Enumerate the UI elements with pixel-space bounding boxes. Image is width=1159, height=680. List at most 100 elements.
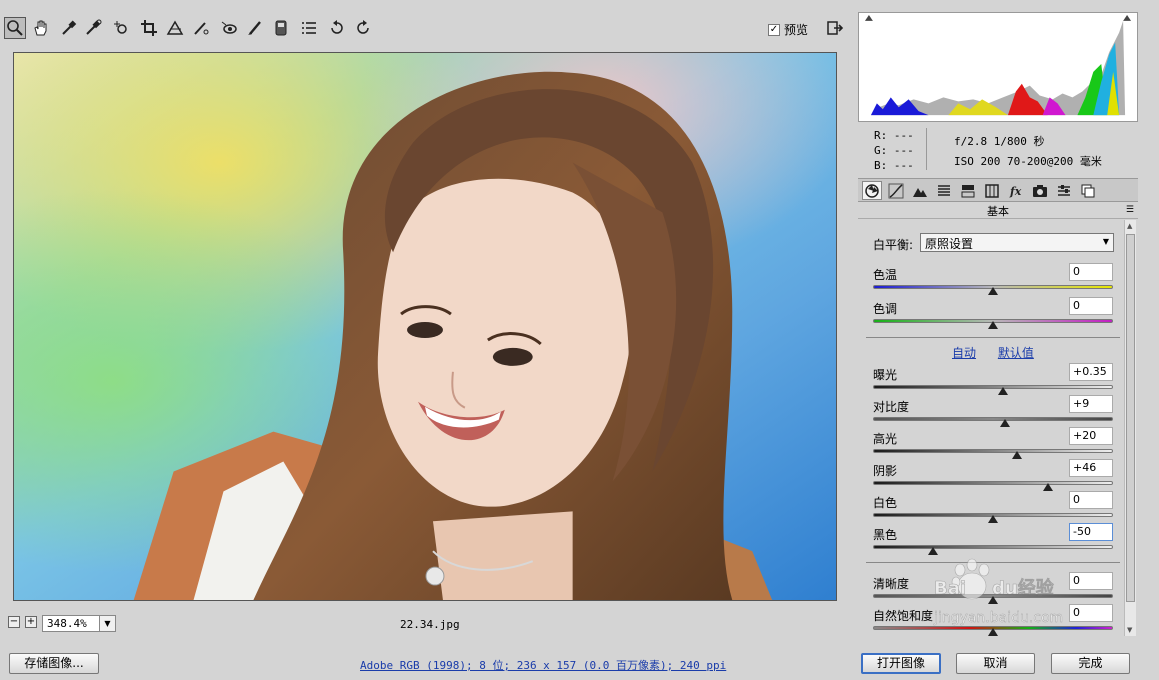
slider-value-field[interactable]: +46 <box>1069 459 1113 477</box>
scroll-down-icon[interactable]: ▼ <box>1127 626 1132 634</box>
split-toning-icon <box>961 184 975 197</box>
tab-snapshots[interactable] <box>1078 181 1098 200</box>
slider-thumb[interactable] <box>988 287 998 295</box>
tab-presets[interactable] <box>1054 181 1074 200</box>
info-divider <box>926 128 927 170</box>
slider-value-field[interactable]: -50 <box>1069 523 1113 541</box>
section-divider <box>866 562 1120 563</box>
white-balance-select[interactable]: 原照设置 ▼ <box>920 233 1114 252</box>
straighten-tool-icon[interactable] <box>164 17 186 39</box>
slider-thumb[interactable] <box>988 321 998 329</box>
slider-label: 黑色 <box>873 528 898 542</box>
slider-value-field[interactable]: 0 <box>1069 572 1113 590</box>
crop-tool-icon[interactable] <box>138 17 160 39</box>
slider-thumb[interactable] <box>988 515 998 523</box>
slider-track[interactable] <box>873 449 1113 453</box>
slider-track[interactable] <box>873 545 1113 549</box>
slider-label: 高光 <box>873 432 898 446</box>
fx-icon: fx <box>1009 185 1022 198</box>
file-name: 22.34.jpg <box>400 618 460 631</box>
color-sampler-tool-icon[interactable] <box>82 17 104 39</box>
slider-label: 色温 <box>873 268 898 282</box>
panel-title: 基本 ☰ <box>858 203 1138 219</box>
panel-scrollbar[interactable]: ▲ ▼ <box>1124 220 1136 636</box>
photo-portrait <box>14 53 836 600</box>
panel-menu-icon[interactable]: ☰ <box>1126 205 1134 215</box>
slider-track[interactable] <box>873 417 1113 421</box>
slider-thumb[interactable] <box>1000 419 1010 427</box>
red-eye-removal-tool-icon[interactable] <box>218 17 240 39</box>
preferences-icon[interactable] <box>298 17 320 39</box>
tab-hsl[interactable] <box>934 181 954 200</box>
camera-icon <box>1033 184 1047 197</box>
open-image-button[interactable]: 打开图像 <box>861 653 941 674</box>
zoom-level-field[interactable]: 348.4% <box>42 615 100 632</box>
white-balance-tool-icon[interactable] <box>58 17 80 39</box>
hand-tool-icon[interactable] <box>30 17 52 39</box>
slider-value-field[interactable]: +9 <box>1069 395 1113 413</box>
scroll-up-icon[interactable]: ▲ <box>1127 222 1132 230</box>
zoom-dropdown-button[interactable]: ▼ <box>99 615 116 632</box>
red-readout: R: --- <box>874 129 914 142</box>
graduated-filter-icon[interactable] <box>270 17 292 39</box>
slider-blacks: 黑色 -50 <box>873 523 1113 558</box>
slider-value-field[interactable]: 0 <box>1069 491 1113 509</box>
chevron-down-icon: ▼ <box>1102 237 1109 246</box>
hsl-icon <box>938 184 950 196</box>
default-link[interactable]: 默认值 <box>998 346 1034 360</box>
tab-basic[interactable] <box>862 181 882 200</box>
slider-thumb[interactable] <box>988 628 998 636</box>
workflow-options-link[interactable]: Adobe RGB (1998); 8 位; 236 x 157 (0.0 百万… <box>360 657 726 673</box>
slider-track[interactable] <box>873 385 1113 389</box>
tab-split-toning[interactable] <box>958 181 978 200</box>
adjustment-brush-icon[interactable] <box>244 17 266 39</box>
spot-removal-tool-icon[interactable] <box>190 17 212 39</box>
zoom-tool-icon[interactable] <box>4 17 26 39</box>
slider-thumb[interactable] <box>997 387 1008 395</box>
scrollbar-thumb[interactable] <box>1126 234 1135 602</box>
tab-effects[interactable]: fx <box>1006 181 1026 200</box>
tab-lens-corrections[interactable] <box>982 181 1002 200</box>
snapshots-icon <box>1081 184 1095 197</box>
target-adjustment-tool-icon[interactable] <box>110 17 132 39</box>
zoom-in-button[interactable]: + <box>25 616 37 628</box>
white-balance-label: 白平衡: <box>873 238 914 252</box>
slider-value-field[interactable]: 0 <box>1069 263 1113 281</box>
done-button[interactable]: 完成 <box>1051 653 1130 674</box>
rotate-ccw-icon[interactable] <box>326 17 348 39</box>
save-image-button[interactable]: 存储图像... <box>9 653 99 674</box>
slider-value-field[interactable]: 0 <box>1069 297 1113 315</box>
zoom-out-button[interactable]: − <box>8 616 20 628</box>
tab-camera-calibration[interactable] <box>1030 181 1050 200</box>
histogram <box>858 12 1138 122</box>
slider-label: 色调 <box>873 302 898 316</box>
image-preview[interactable] <box>13 52 837 601</box>
slider-thumb[interactable] <box>928 547 938 555</box>
rotate-cw-icon[interactable] <box>352 17 374 39</box>
slider-value-field[interactable]: +0.35 <box>1069 363 1113 381</box>
slider-value-field[interactable]: 0 <box>1069 604 1113 622</box>
slider-vibrance: 自然饱和度 0 <box>873 604 1113 636</box>
preview-label: 预览 <box>784 23 809 37</box>
basic-panel: 白平衡: 原照设置 ▼ 色温 0 色调 0 自动 默认值 曝光 +0.35 对比… <box>858 220 1138 636</box>
slider-thumb[interactable] <box>1043 483 1054 491</box>
iso-lens: ISO 200 70-200@200 毫米 <box>954 155 1102 168</box>
fullscreen-icon[interactable] <box>824 17 846 39</box>
slider-highlights: 高光 +20 <box>873 427 1113 462</box>
aperture-icon <box>865 183 879 198</box>
tab-tone-curve[interactable] <box>886 181 906 200</box>
mountain-icon <box>913 187 927 197</box>
slider-thumb[interactable] <box>988 596 998 604</box>
slider-exposure: 曝光 +0.35 <box>873 363 1113 398</box>
tab-detail[interactable] <box>910 181 930 200</box>
preview-checkbox[interactable]: ✓ <box>768 23 780 36</box>
slider-track[interactable] <box>873 481 1113 485</box>
slider-value-field[interactable]: +20 <box>1069 427 1113 445</box>
slider-shadows: 阴影 +46 <box>873 459 1113 494</box>
auto-link[interactable]: 自动 <box>952 346 976 360</box>
zoom-bar: − + 348.4% ▼ 22.34.jpg <box>0 610 852 636</box>
cancel-button[interactable]: 取消 <box>956 653 1035 674</box>
slider-thumb[interactable] <box>1012 451 1022 459</box>
slider-tint: 色调 0 <box>873 297 1113 332</box>
preview-toggle[interactable]: ✓ 预览 <box>768 21 808 38</box>
